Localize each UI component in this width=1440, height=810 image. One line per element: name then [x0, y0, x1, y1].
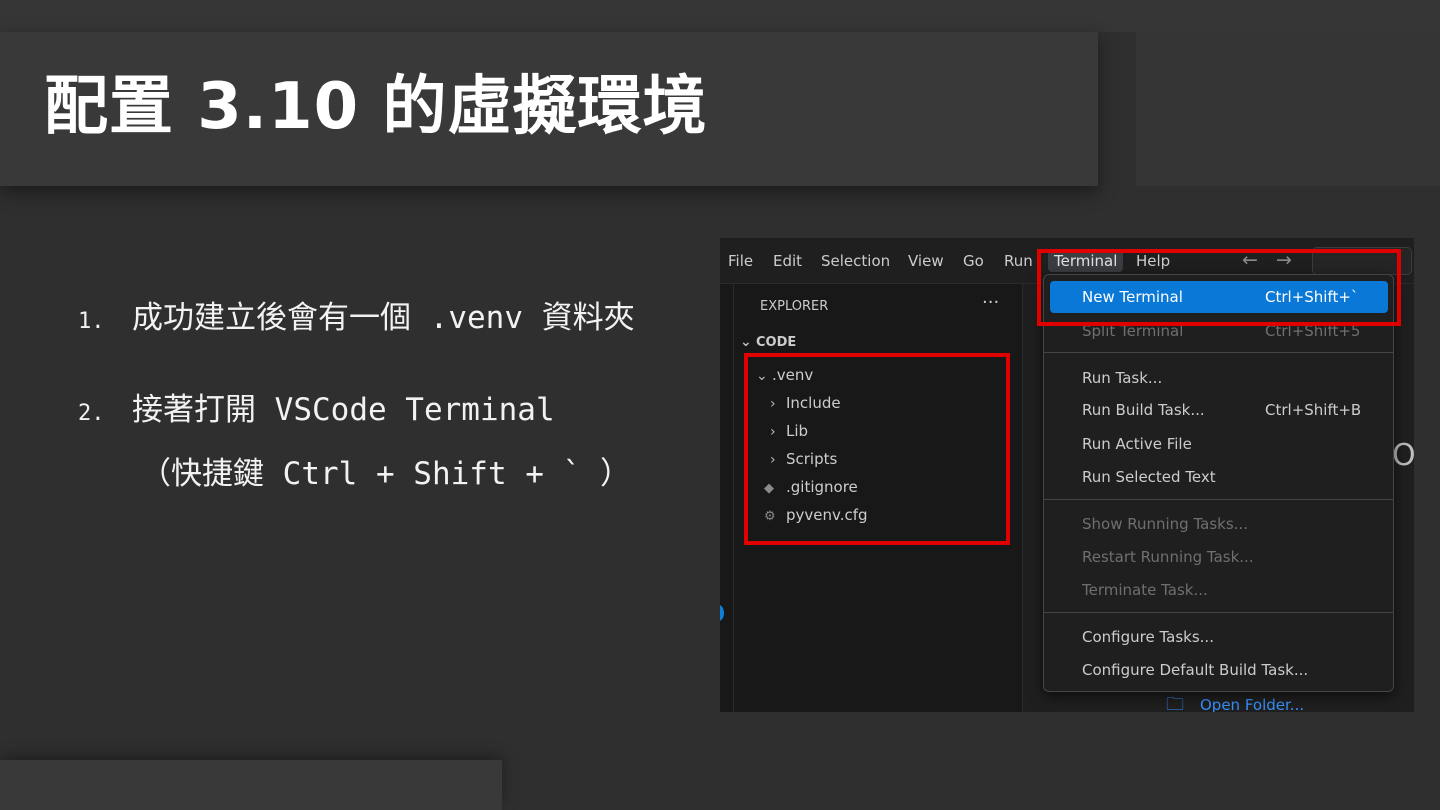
welcome-heading-fragment: O — [1392, 438, 1414, 473]
menu-separator — [1044, 499, 1393, 500]
menu-separator — [1044, 612, 1393, 613]
menu-go[interactable]: Go — [963, 250, 984, 272]
menu-item-configure-default-build-task[interactable]: Configure Default Build Task... — [1082, 659, 1308, 681]
bullet-item-2: 2. 接著打開 VSCode Terminal — [78, 388, 555, 436]
bullet-item-1: 1. 成功建立後會有一個 .venv 資料夾 — [78, 296, 635, 344]
bullet-number: 2. — [78, 401, 105, 426]
menu-item-run-selected-text[interactable]: Run Selected Text — [1082, 466, 1216, 488]
bullet-number: 1. — [78, 309, 105, 334]
workspace-folder-header[interactable]: ⌄ CODE — [740, 334, 796, 350]
menu-selection[interactable]: Selection — [821, 250, 890, 272]
menu-file[interactable]: File — [728, 250, 753, 272]
more-actions-icon[interactable]: ··· — [982, 292, 999, 313]
menu-edit[interactable]: Edit — [773, 250, 802, 272]
menu-item-configure-tasks[interactable]: Configure Tasks... — [1082, 626, 1214, 648]
menu-item-run-task[interactable]: Run Task... — [1082, 367, 1162, 389]
explorer-title: EXPLORER — [760, 299, 829, 314]
terminal-menu-dropdown: New Terminal Ctrl+Shift+` Split Terminal… — [1043, 274, 1394, 692]
menu-separator — [1044, 352, 1393, 353]
decorative-title-band-right — [1136, 32, 1440, 186]
menu-item-restart-running-task[interactable]: Restart Running Task... — [1082, 546, 1254, 568]
workspace-folder-label: CODE — [756, 335, 797, 350]
bullet-text: 成功建立後會有一個 .venv 資料夾 — [132, 300, 635, 336]
open-folder-label: Open Folder... — [1200, 696, 1305, 712]
menu-run[interactable]: Run — [1004, 250, 1033, 272]
run-build-task-shortcut: Ctrl+Shift+B — [1265, 401, 1362, 419]
highlight-box-venv-folder — [744, 353, 1010, 545]
decorative-bottom-band — [0, 760, 502, 810]
slide-title: 配置 3.10 的虛擬環境 — [44, 70, 708, 144]
decorative-top-band — [0, 0, 1440, 32]
accounts-badge-icon[interactable] — [720, 605, 724, 621]
folder-icon: 🗀 — [1166, 694, 1184, 712]
menu-item-show-running-tasks[interactable]: Show Running Tasks... — [1082, 513, 1248, 535]
open-folder-link[interactable]: 🗀 Open Folder... — [1166, 692, 1304, 712]
menu-item-terminate-task[interactable]: Terminate Task... — [1082, 579, 1208, 601]
highlight-box-terminal-menu — [1037, 249, 1401, 326]
menu-view[interactable]: View — [908, 250, 944, 272]
bullet-text: 接著打開 VSCode Terminal — [132, 392, 555, 428]
bullet-item-shortcut: （快捷鍵 Ctrl + Shift + ` ） — [140, 452, 631, 496]
chevron-down-icon: ⌄ — [740, 334, 752, 350]
menu-item-run-active-file[interactable]: Run Active File — [1082, 433, 1192, 455]
activity-bar — [720, 284, 734, 712]
menu-item-run-build-task[interactable]: Run Build Task... — [1082, 399, 1205, 421]
bullet-text: （快捷鍵 Ctrl + Shift + ` ） — [140, 456, 631, 492]
vscode-screenshot: File Edit Selection View Go Run Terminal… — [720, 238, 1414, 712]
